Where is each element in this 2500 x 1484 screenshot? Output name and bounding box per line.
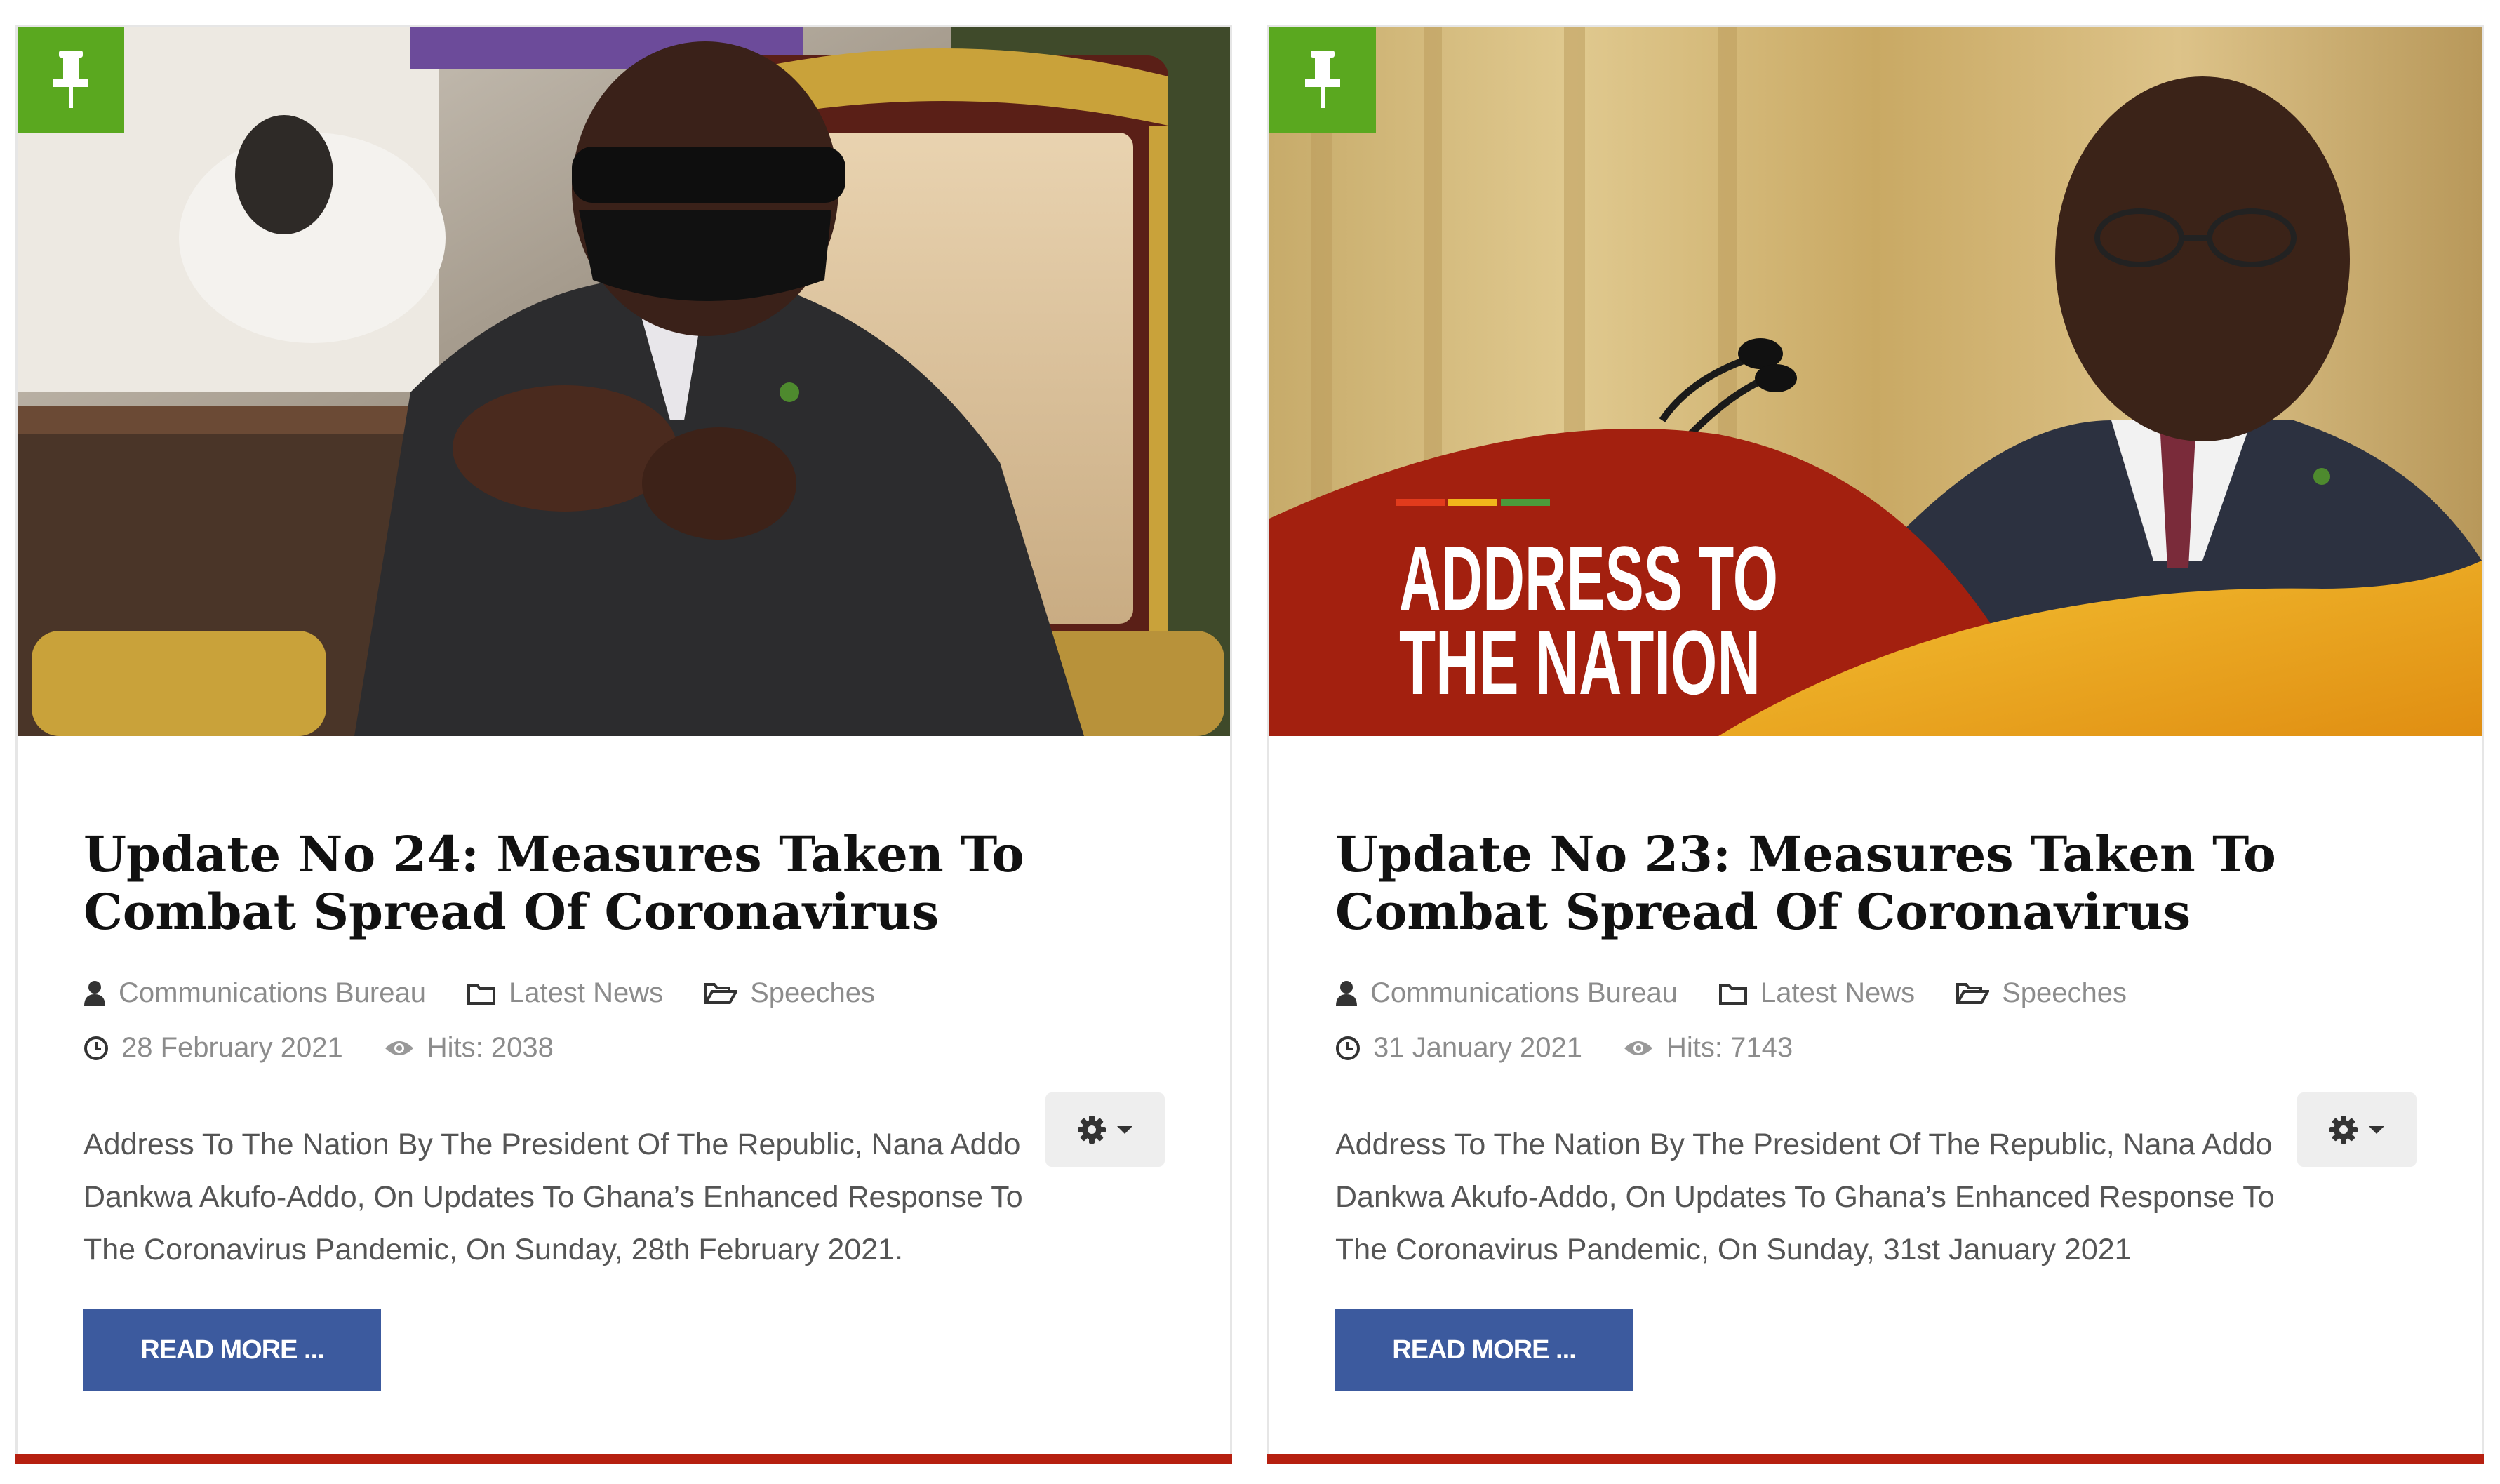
publish-date: 31 January 2021	[1373, 1032, 1583, 1063]
tag-meta[interactable]: Speeches	[704, 977, 875, 1009]
president-seated-photo	[18, 27, 1230, 736]
author-meta: Communications Bureau	[1335, 977, 1678, 1009]
banner-text-line-2: THE NATION	[1399, 611, 1760, 714]
article-card: ADDRESS TO THE NATION Update No 23: Meas…	[1267, 25, 2484, 1464]
clock-icon	[1336, 1036, 1360, 1060]
category-meta[interactable]: Latest News	[467, 977, 663, 1009]
category-link[interactable]: Latest News	[509, 977, 663, 1009]
chevron-down-icon	[1117, 1125, 1132, 1134]
author-name: Communications Bureau	[1370, 977, 1678, 1008]
article-image[interactable]	[18, 27, 1230, 736]
tag-meta[interactable]: Speeches	[1956, 977, 2127, 1009]
article-title[interactable]: Update No 23: Measures Taken To Combat S…	[1335, 826, 2430, 941]
card-bottom-border	[1267, 1454, 2484, 1464]
eye-icon	[385, 1041, 413, 1055]
eye-icon	[1624, 1041, 1653, 1055]
folder-icon	[467, 983, 495, 1005]
article-title[interactable]: Update No 24: Measures Taken To Combat S…	[83, 826, 1178, 941]
featured-pin-badge	[1269, 27, 1376, 133]
date-meta: 31 January 2021	[1335, 1032, 1582, 1064]
author-meta: Communications Bureau	[83, 977, 426, 1009]
tag-link[interactable]: Speeches	[2002, 977, 2127, 1009]
hits-count: Hits: 2038	[427, 1032, 554, 1063]
hits-meta: Hits: 2038	[384, 1032, 554, 1064]
featured-pin-badge	[18, 27, 124, 133]
article-image[interactable]: ADDRESS TO THE NATION	[1269, 27, 2482, 736]
hits-count: Hits: 7143	[1666, 1032, 1793, 1063]
address-to-the-nation-photo: ADDRESS TO THE NATION	[1269, 27, 2482, 736]
read-more-button[interactable]: READ MORE ...	[1335, 1309, 1633, 1391]
article-meta-row: Communications Bureau Latest News Speech…	[83, 977, 916, 1009]
article-card: Update No 24: Measures Taken To Combat S…	[15, 25, 1232, 1464]
article-meta-row: 31 January 2021 Hits: 7143	[1335, 1032, 1833, 1064]
chevron-down-icon	[2369, 1125, 2384, 1134]
user-icon	[1336, 980, 1357, 1006]
clock-icon	[84, 1036, 108, 1060]
folder-open-icon	[1956, 982, 1990, 1004]
user-icon	[84, 980, 105, 1006]
author-name: Communications Bureau	[119, 977, 426, 1008]
article-meta-row: 28 February 2021 Hits: 2038	[83, 1032, 594, 1064]
date-meta: 28 February 2021	[83, 1032, 343, 1064]
article-tools-button[interactable]	[2297, 1092, 2417, 1167]
folder-icon	[1719, 983, 1747, 1005]
gear-icon	[1078, 1116, 1106, 1144]
article-intro: Address To The Nation By The President O…	[83, 1128, 1023, 1266]
folder-open-icon	[704, 982, 738, 1004]
category-meta[interactable]: Latest News	[1718, 977, 1915, 1009]
category-link[interactable]: Latest News	[1760, 977, 1915, 1009]
gear-icon	[2329, 1116, 2358, 1144]
card-bottom-border	[15, 1454, 1232, 1464]
thumbtack-icon	[1305, 51, 1340, 108]
thumbtack-icon	[53, 51, 88, 108]
hits-meta: Hits: 7143	[1623, 1032, 1793, 1064]
tag-link[interactable]: Speeches	[750, 977, 875, 1009]
read-more-button[interactable]: READ MORE ...	[83, 1309, 381, 1391]
publish-date: 28 February 2021	[121, 1032, 343, 1063]
article-meta-row: Communications Bureau Latest News Speech…	[1335, 977, 2167, 1009]
article-tools-button[interactable]	[1045, 1092, 1165, 1167]
article-intro: Address To The Nation By The President O…	[1335, 1128, 2275, 1266]
